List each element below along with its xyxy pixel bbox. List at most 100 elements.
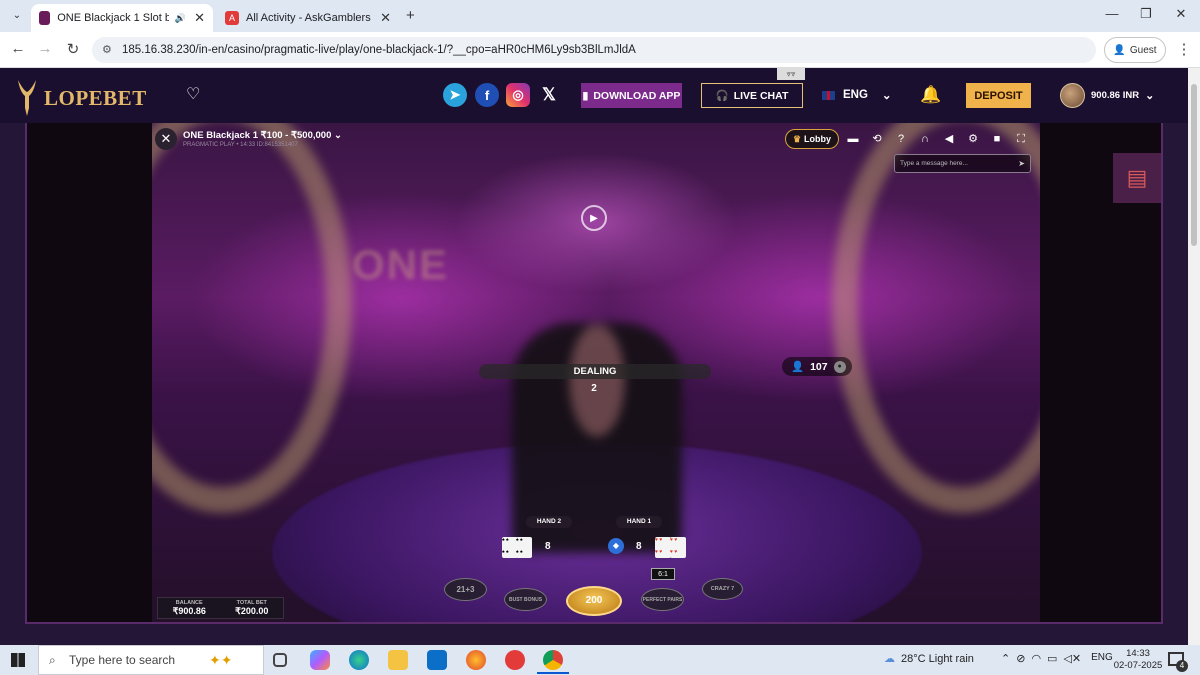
site-info-icon[interactable]: ⚙ <box>102 43 112 56</box>
crown-icon: ♛ <box>792 133 802 144</box>
rain-cloud-icon: ☁ <box>884 653 895 665</box>
chat-icon[interactable]: ▬ <box>845 131 861 147</box>
split-icon[interactable]: ◆ <box>608 538 624 554</box>
x-twitter-icon[interactable]: 𝕏 <box>537 83 561 107</box>
clock-date: 02-07-2025 <box>1113 660 1163 671</box>
wifi-icon[interactable]: ◠ <box>1031 652 1041 665</box>
restore-icon[interactable]: ❐ <box>1131 6 1161 22</box>
weather-widget[interactable]: ☁ 28°C Light rain <box>884 652 974 666</box>
input-language[interactable]: ENG <box>1091 652 1113 665</box>
favorites-heart-icon[interactable]: ♡ <box>186 84 200 104</box>
uk-flag-icon <box>822 90 835 100</box>
chevron-down-icon: ⌄ <box>1145 90 1155 102</box>
windows-start-icon[interactable] <box>11 653 25 667</box>
total-bet-column: TOTAL BET ₹200.00 <box>221 598 284 618</box>
show-hidden-icons-icon[interactable]: ⌃ <box>1001 652 1010 665</box>
user-icon: 👤 <box>791 361 805 373</box>
facebook-icon[interactable]: f <box>475 83 499 107</box>
fullscreen-icon[interactable]: ⛶ <box>1013 131 1029 147</box>
balance-value: ₹900.86 <box>172 606 206 616</box>
account-balance[interactable]: 900.86 INR ⌄ <box>1060 83 1154 108</box>
guest-profile-button[interactable]: 👤 Guest <box>1104 37 1166 63</box>
dealing-count: 2 <box>591 383 597 394</box>
outlook-icon[interactable] <box>427 650 447 670</box>
balance-amount: 900.86 INR <box>1091 90 1140 101</box>
side-bet-21-3[interactable]: 21+3 <box>444 578 487 601</box>
side-bet-perfect-pairs[interactable]: PERFECT PAIRS <box>641 588 684 611</box>
battery-icon[interactable]: ▭ <box>1047 652 1057 665</box>
site-header: LOPEBET ♡ ➤ f ◎ 𝕏 ▮ DOWNLOAD APP ⩔⩔ 🎧 LI… <box>0 68 1188 123</box>
lobby-button[interactable]: ♛ Lobby <box>785 129 839 149</box>
game-subtitle: PRAGMATIC PLAY • 14:33 ID:8415351407 <box>183 142 298 148</box>
download-app-button[interactable]: ▮ DOWNLOAD APP <box>581 83 682 108</box>
chevron-down-icon: ⌄ <box>334 130 342 141</box>
camera-switch-icon[interactable]: ▶ <box>581 205 607 231</box>
close-window-icon[interactable]: ✕ <box>1166 6 1196 22</box>
network-icon[interactable]: ⊘ <box>1016 652 1025 665</box>
hand-2-label: HAND 2 <box>526 516 572 528</box>
hand-1-value: 8 <box>636 541 642 552</box>
search-placeholder: Type here to search <box>69 653 176 667</box>
new-tab-icon[interactable]: + <box>406 7 415 24</box>
tab-askgamblers[interactable]: A All Activity - AskGamblers ✕ <box>217 4 399 32</box>
info-icon[interactable]: ● <box>833 360 846 373</box>
clock-time: 14:33 <box>1126 648 1150 659</box>
site-logo[interactable]: LOPEBET <box>14 78 147 118</box>
tab-one-blackjack[interactable]: ONE Blackjack 1 Slot by Pra 🔊 ✕ <box>31 4 213 32</box>
close-game-button[interactable]: ✕ <box>155 128 177 150</box>
settings-gear-icon[interactable]: ⚙ <box>965 131 981 147</box>
url-field[interactable]: ⚙ 185.16.38.230/in-en/casino/pragmatic-l… <box>92 37 1096 63</box>
game-title[interactable]: ONE Blackjack 1 ₹100 - ₹500,000 ⌄ <box>183 130 342 141</box>
file-explorer-icon[interactable] <box>388 650 408 670</box>
instagram-icon[interactable]: ◎ <box>506 83 530 107</box>
headphones-icon[interactable]: ∩ <box>917 131 933 147</box>
tab-list-dropdown-icon[interactable]: ⌄ <box>8 7 26 25</box>
url-text: 185.16.38.230/in-en/casino/pragmatic-liv… <box>122 44 636 56</box>
perfect-pairs-odds-badge: 6:1 <box>651 568 675 580</box>
side-bet-crazy-7[interactable]: CRAZY 7 <box>702 578 743 600</box>
wallet-icon[interactable]: ▤ <box>1113 153 1161 203</box>
search-icon: ⌕ <box>49 653 56 667</box>
back-icon[interactable]: ← <box>8 40 28 57</box>
video-camera-icon[interactable]: ■ <box>989 131 1005 147</box>
dealing-status-bar: DEALING <box>479 364 711 379</box>
wps-icon[interactable] <box>505 650 525 670</box>
firefox-icon[interactable] <box>466 650 486 670</box>
telegram-icon[interactable]: ➤ <box>443 83 467 107</box>
taskbar-clock[interactable]: 14:33 02-07-2025 <box>1112 648 1164 672</box>
lopebet-favicon <box>39 11 51 25</box>
notification-count-badge: 4 <box>1176 660 1188 672</box>
volume-muted-icon[interactable]: ◁✕ <box>1063 652 1081 665</box>
side-bet-bust-bonus[interactable]: BUST BONUS <box>504 588 547 611</box>
help-icon[interactable]: ? <box>893 131 909 147</box>
scrollbar-thumb[interactable] <box>1191 84 1197 246</box>
sound-icon[interactable]: ◀ <box>941 131 957 147</box>
taskbar-search-box[interactable]: ⌕ Type here to search ✦✦ <box>38 645 264 675</box>
language-selector[interactable]: ENG ⌄ <box>822 88 892 102</box>
reload-icon[interactable]: ↻ <box>63 40 83 58</box>
logo-text: LOPEBET <box>44 85 147 110</box>
minimize-icon[interactable]: — <box>1097 6 1127 21</box>
android-icon: ▮ <box>582 89 589 102</box>
bet-chip[interactable]: 200 <box>566 586 622 616</box>
chat-message-input[interactable]: Type a message here... ➤ <box>894 154 1031 173</box>
windows-taskbar: ⌕ Type here to search ✦✦ ☁ 28°C Light ra… <box>0 645 1200 675</box>
chrome-icon[interactable] <box>543 650 563 670</box>
history-icon[interactable]: ⟲ <box>869 131 885 147</box>
player-count: 107 <box>810 360 828 373</box>
task-view-icon[interactable] <box>273 653 287 667</box>
close-tab-icon[interactable]: ✕ <box>194 10 205 26</box>
deposit-button[interactable]: DEPOSIT <box>966 83 1031 108</box>
hand-1-card: ♥ ♥ ♥ ♥ <box>670 537 686 558</box>
send-icon[interactable]: ➤ <box>1018 159 1025 168</box>
live-chat-button[interactable]: 🎧 LIVE CHAT <box>701 83 803 108</box>
speaker-icon[interactable]: 🔊 <box>175 13 186 24</box>
collapse-tab-icon[interactable]: ⩔⩔ <box>777 68 805 80</box>
notification-bell-icon[interactable]: 🔔 <box>920 85 941 105</box>
copilot-icon[interactable] <box>310 650 330 670</box>
forward-icon[interactable]: → <box>35 40 55 57</box>
edge-icon[interactable] <box>349 650 369 670</box>
close-tab-icon[interactable]: ✕ <box>380 10 391 26</box>
search-highlight-icon: ✦✦ <box>209 652 233 668</box>
browser-menu-icon[interactable]: ⋮ <box>1174 40 1194 58</box>
